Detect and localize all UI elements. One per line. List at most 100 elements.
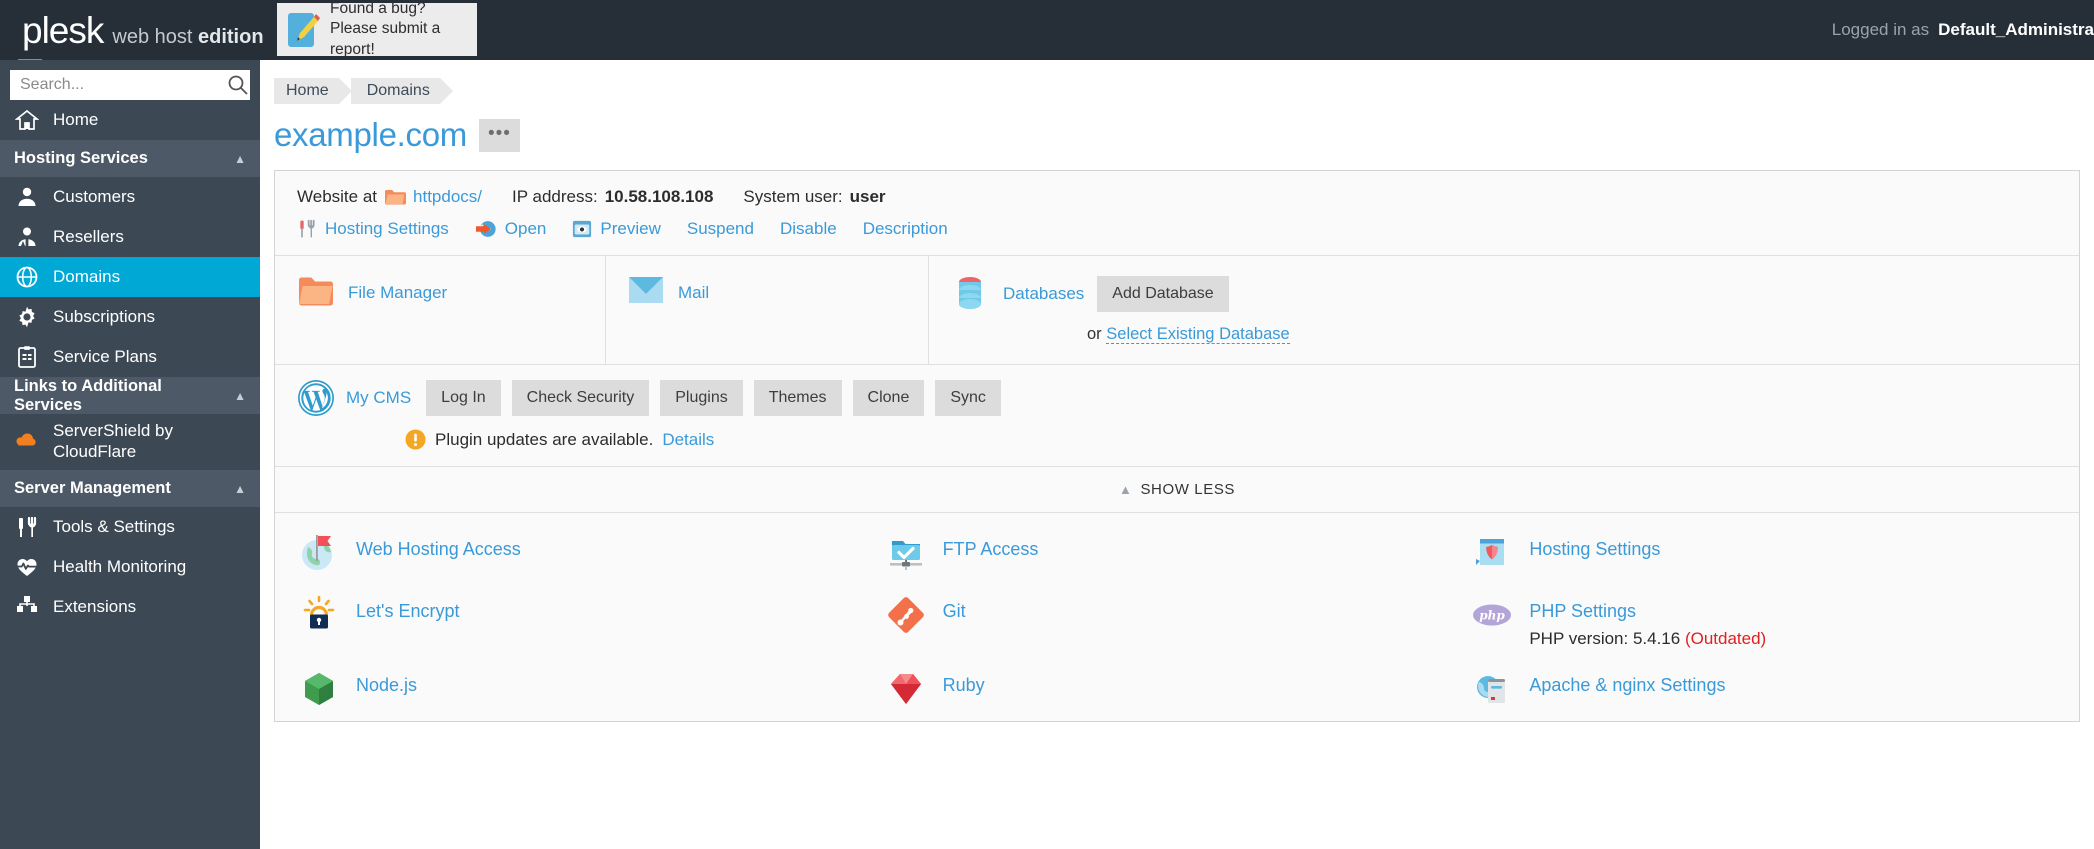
tool-label[interactable]: Apache & nginx Settings <box>1529 675 1725 695</box>
action-hosting-settings[interactable]: Hosting Settings <box>297 219 449 239</box>
cms-button-log-in[interactable]: Log In <box>426 380 500 416</box>
cms-button-sync[interactable]: Sync <box>935 380 1001 416</box>
sidebar-item-domains[interactable]: Domains <box>0 257 260 297</box>
ip-address-label: IP address: <box>512 187 598 207</box>
bug-report-banner[interactable]: Found a bug? Please submit a report! <box>277 3 477 56</box>
tool-web-hosting-access[interactable]: Web Hosting Access <box>297 531 884 575</box>
nodejs-icon <box>297 667 341 711</box>
action-label[interactable]: Suspend <box>687 219 754 239</box>
ip-address-value: 10.58.108.108 <box>605 187 714 207</box>
warning-icon <box>405 429 426 450</box>
more-actions-button[interactable]: ••• <box>479 119 520 152</box>
tool-php-settings[interactable]: php PHP Settings PHP version: 5.4.16 (Ou… <box>1470 593 2057 649</box>
logged-in-info: Logged in as Default_Administra <box>1832 0 2094 60</box>
action-disable[interactable]: Disable <box>780 219 837 239</box>
sidebar-item-home[interactable]: Home <box>0 100 260 140</box>
tile-file-manager[interactable]: File Manager <box>275 256 605 364</box>
sidebar-item-subscriptions[interactable]: Subscriptions <box>0 297 260 337</box>
action-label[interactable]: Hosting Settings <box>325 219 449 239</box>
sidebar-item-resellers[interactable]: Resellers <box>0 217 260 257</box>
action-label[interactable]: Open <box>505 219 547 239</box>
tool-text: FTP Access <box>943 531 1039 560</box>
sidebar-item-customers[interactable]: Customers <box>0 177 260 217</box>
bug-report-text: Found a bug? Please submit a report! <box>330 0 467 60</box>
tool-label[interactable]: Web Hosting Access <box>356 539 521 559</box>
sidebar-item-tools-settings[interactable]: Tools & Settings <box>0 507 260 547</box>
action-label[interactable]: Description <box>863 219 948 239</box>
tool-text: PHP Settings PHP version: 5.4.16 (Outdat… <box>1529 593 1766 649</box>
tool-ftp-access[interactable]: FTP Access <box>884 531 1471 575</box>
tile-label[interactable]: File Manager <box>348 283 447 303</box>
breadcrumb-item-domains[interactable]: Domains <box>351 78 440 104</box>
search-icon[interactable] <box>227 74 249 96</box>
cms-button-plugins[interactable]: Plugins <box>660 380 742 416</box>
plugin-update-details-link[interactable]: Details <box>662 430 714 450</box>
action-suspend[interactable]: Suspend <box>687 219 754 239</box>
tool-apache-nginx-settings[interactable]: Apache & nginx Settings <box>1470 667 2057 711</box>
action-preview[interactable]: Preview <box>572 219 660 239</box>
sidebar-group-hosting-services[interactable]: Hosting Services ▲ <box>0 140 260 177</box>
action-label[interactable]: Preview <box>600 219 660 239</box>
system-user-label: System user: <box>743 187 842 207</box>
action-label[interactable]: Disable <box>780 219 837 239</box>
tile-head: Mail <box>627 274 906 312</box>
tool-text: Git <box>943 593 966 622</box>
plesk-logo[interactable]: plesk web host edition <box>22 12 264 49</box>
sidebar-item-label: Home <box>53 110 98 130</box>
tool-label[interactable]: Hosting Settings <box>1529 539 1660 559</box>
tool-git[interactable]: Git <box>884 593 1471 649</box>
bug-report-line2: Please submit a report! <box>330 19 467 60</box>
cms-row: My CMS Log In Check Security Plugins The… <box>275 364 2079 417</box>
sidebar: Home Hosting Services ▲ Customers Resell… <box>0 60 260 849</box>
system-user-segment: System user: user <box>743 187 885 207</box>
select-existing-database-link[interactable]: Select Existing Database <box>1106 325 1289 344</box>
chevron-up-icon: ▲ <box>234 390 246 402</box>
tile-mail[interactable]: Mail <box>605 256 928 364</box>
tool-label[interactable]: FTP Access <box>943 539 1039 559</box>
chevron-up-icon: ▲ <box>234 483 246 495</box>
sidebar-item-health-monitoring[interactable]: Health Monitoring <box>0 547 260 587</box>
logo-edition: web host edition <box>112 26 263 49</box>
tool-hosting-settings[interactable]: Hosting Settings <box>1470 531 2057 575</box>
cms-button-themes[interactable]: Themes <box>754 380 842 416</box>
add-database-button[interactable]: Add Database <box>1097 276 1228 312</box>
tile-label[interactable]: Databases <box>1003 284 1084 304</box>
tool-nodejs[interactable]: Node.js <box>297 667 884 711</box>
show-less-toggle[interactable]: ▲ SHOW LESS <box>275 466 2079 512</box>
tools-icon <box>14 514 40 540</box>
sidebar-group-links-additional-services[interactable]: Links to Additional Services ▲ <box>0 377 260 414</box>
tool-lets-encrypt[interactable]: Let's Encrypt <box>297 593 884 649</box>
cms-name-link[interactable]: My CMS <box>346 388 411 408</box>
tool-text: Hosting Settings <box>1529 531 1660 560</box>
breadcrumb-item-home[interactable]: Home <box>274 78 339 104</box>
tool-label[interactable]: Git <box>943 601 966 621</box>
user-icon <box>14 184 40 210</box>
ip-address-segment: IP address: 10.58.108.108 <box>512 187 713 207</box>
cms-button-clone[interactable]: Clone <box>853 380 925 416</box>
tool-label[interactable]: Ruby <box>943 675 985 695</box>
action-open[interactable]: Open <box>475 219 547 239</box>
logged-in-username[interactable]: Default_Administra <box>1938 20 2094 40</box>
tool-label[interactable]: Node.js <box>356 675 417 695</box>
page-title[interactable]: example.com <box>274 116 467 154</box>
folder-icon <box>297 274 335 312</box>
sidebar-item-extensions[interactable]: Extensions <box>0 587 260 627</box>
tool-label[interactable]: Let's Encrypt <box>356 601 459 621</box>
tool-label[interactable]: PHP Settings <box>1529 601 1636 621</box>
select-existing-database-row: or Select Existing Database <box>950 325 2057 344</box>
website-path-link[interactable]: httpdocs/ <box>413 187 482 207</box>
gear-icon <box>14 304 40 330</box>
extensions-icon <box>14 594 40 620</box>
sidebar-item-servershield-cloudflare[interactable]: ServerShield by CloudFlare <box>0 414 260 470</box>
action-description[interactable]: Description <box>863 219 948 239</box>
search-input[interactable] <box>20 76 227 94</box>
tool-ruby[interactable]: Ruby <box>884 667 1471 711</box>
search-box[interactable] <box>10 70 250 100</box>
tile-head: File Manager <box>297 274 583 312</box>
sidebar-item-label: Health Monitoring <box>53 557 186 577</box>
tile-label[interactable]: Mail <box>678 283 709 303</box>
domain-overview-card: Website at httpdocs/ IP address: 10.58.1… <box>274 170 2080 722</box>
sidebar-item-service-plans[interactable]: Service Plans <box>0 337 260 377</box>
sidebar-group-server-management[interactable]: Server Management ▲ <box>0 470 260 507</box>
cms-button-check-security[interactable]: Check Security <box>512 380 650 416</box>
